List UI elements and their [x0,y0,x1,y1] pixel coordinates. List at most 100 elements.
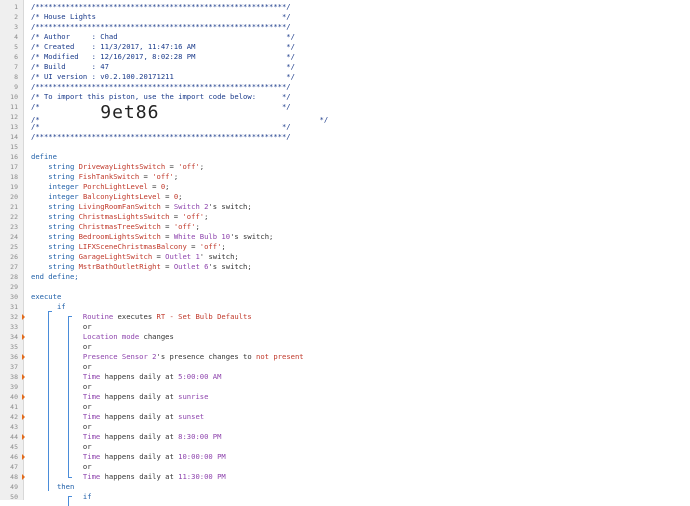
line-number: 20 [10,193,18,201]
code-token: string [31,242,79,251]
line-number: 35 [10,343,18,351]
code-token: 5:00:00 AM [178,372,222,381]
code-line[interactable]: 47 or [0,462,690,472]
code-line[interactable]: 22 string ChristmasLightsSwitch = 'off'; [0,212,690,222]
line-number: 13 [10,123,18,131]
code-line[interactable]: 5 /* Created : 11/3/2017, 11:47:16 AM */ [0,42,690,52]
code-token: happens daily at [100,372,179,381]
code-line[interactable]: 1 /**************************************… [0,2,690,12]
line-number: 10 [10,93,18,101]
code-token: integer [31,182,83,191]
code-token: = [160,262,174,271]
line-number: 2 [14,13,18,21]
code-token: 's switch; [208,262,252,271]
line-number: 27 [10,263,18,271]
code-line[interactable]: 48 Time happens daily at 11:30:00 PM [0,472,690,482]
code-token: integer [31,192,83,201]
code-line[interactable]: 2 /* House Lights */ [0,12,690,22]
code-line[interactable]: 28 end define; [0,272,690,282]
code-text: /* */ [31,122,291,132]
code-token: = [169,212,183,221]
code-line[interactable]: 23 string ChristmasTreeSwitch = 'off'; [0,222,690,232]
line-number: 21 [10,203,18,211]
code-line[interactable]: 34 Location mode changes [0,332,690,342]
line-number: 16 [10,153,18,161]
code-token: 10:00:00 PM [178,452,226,461]
code-token: ; [204,212,209,221]
code-line[interactable]: 15 [0,142,690,152]
code-token: /* To import this piston, use the import… [31,92,291,101]
code-line[interactable]: 45 or [0,442,690,452]
code-line[interactable]: 38 Time happens daily at 5:00:00 AM [0,372,690,382]
code-line[interactable]: 40 Time happens daily at sunrise [0,392,690,402]
code-token: 'off' [182,212,205,221]
code-line[interactable]: 32 Routine executes RT - Set Bulb Defaul… [0,312,690,322]
code-line[interactable]: 27 string MstrBathOutletRight = Outlet 6… [0,262,690,272]
code-line[interactable]: 17 string DrivewayLightsSwitch = 'off'; [0,162,690,172]
condition-block-guide-top [68,316,72,317]
code-line[interactable]: 37 or [0,362,690,372]
line-number: 12 [10,113,18,121]
code-line[interactable]: 20 integer BalconyLightsLevel = 0; [0,192,690,202]
code-token: DrivewayLightsSwitch [78,162,166,171]
code-line[interactable]: 8 /* UI version : v0.2.100.20171211 */ [0,72,690,82]
code-text: or [31,322,92,332]
code-line[interactable]: 13 /* */ [0,122,690,132]
code-line[interactable]: 50 if [0,492,690,502]
code-token: 'off' [199,242,222,251]
code-token: ; [165,182,170,191]
code-line[interactable]: 44 Time happens daily at 8:30:00 PM [0,432,690,442]
code-text: /* Modified : 12/16/2017, 8:02:28 PM */ [31,52,295,62]
trigger-marker-icon [22,474,25,480]
code-token: /***************************************… [31,22,291,31]
code-line[interactable]: 39 or [0,382,690,392]
code-line[interactable]: 49 then [0,482,690,492]
code-token: string [31,212,79,221]
code-text: string BedroomLightsSwitch = White Bulb … [31,232,273,242]
code-line[interactable]: 42 Time happens daily at sunset [0,412,690,422]
code-line[interactable]: 7 /* Build : 47 */ [0,62,690,72]
code-line[interactable]: 4 /* Author : Chad */ [0,32,690,42]
code-line[interactable]: 30 execute [0,292,690,302]
code-text: define [31,152,57,162]
code-token: /* Build : 47 */ [31,62,295,71]
code-line[interactable]: 36 Presence Sensor 2's presence changes … [0,352,690,362]
code-line[interactable]: 19 integer PorchLightLevel = 0; [0,182,690,192]
code-token: BedroomLightsSwitch [78,232,161,241]
code-text: string ChristmasLightsSwitch = 'off'; [31,212,208,222]
code-line[interactable]: 25 string LIFXSceneChristmasBalcony = 'o… [0,242,690,252]
code-line[interactable]: 29 [0,282,690,292]
if-block-guide-tick [48,311,52,312]
code-token: or [31,382,92,391]
code-line[interactable]: 3 /**************************************… [0,22,690,32]
trigger-marker-icon [22,334,25,340]
code-line[interactable]: 26 string GarageLightSwitch = Outlet 1' … [0,252,690,262]
code-token: Outlet 1 [165,252,200,261]
code-line[interactable]: 33 or [0,322,690,332]
code-line[interactable]: 18 string FishTankSwitch = 'off'; [0,172,690,182]
code-line[interactable]: 12/* 9et86 */ [0,104,690,125]
then-block-guide-tick [68,496,72,497]
line-number: 37 [10,363,18,371]
code-token: = [160,202,174,211]
code-line[interactable]: 6 /* Modified : 12/16/2017, 8:02:28 PM */ [0,52,690,62]
code-line[interactable]: 16 define [0,152,690,162]
code-token: or [31,422,92,431]
code-token: ; [173,172,179,181]
code-text: /* Build : 47 */ [31,62,295,72]
code-line[interactable]: 43 or [0,422,690,432]
code-token: MstrBathOutletRight [78,262,161,271]
code-line[interactable]: 10 /* To import this piston, use the impo… [0,92,690,102]
code-line[interactable]: 14 /*************************************… [0,132,690,142]
code-line[interactable]: 35 or [0,342,690,352]
code-line[interactable]: 9 /**************************************… [0,82,690,92]
code-line[interactable]: 46 Time happens daily at 10:00:00 PM [0,452,690,462]
code-line[interactable]: 24 string BedroomLightsSwitch = White Bu… [0,232,690,242]
code-text: Time happens daily at sunrise [31,392,209,402]
code-token: = [186,242,200,251]
line-number: 41 [10,403,18,411]
code-line[interactable]: 21 string LivingRoomFanSwitch = Switch 2… [0,202,690,212]
line-number: 18 [10,173,18,181]
code-line[interactable]: 31 if [0,302,690,312]
code-line[interactable]: 41 or [0,402,690,412]
